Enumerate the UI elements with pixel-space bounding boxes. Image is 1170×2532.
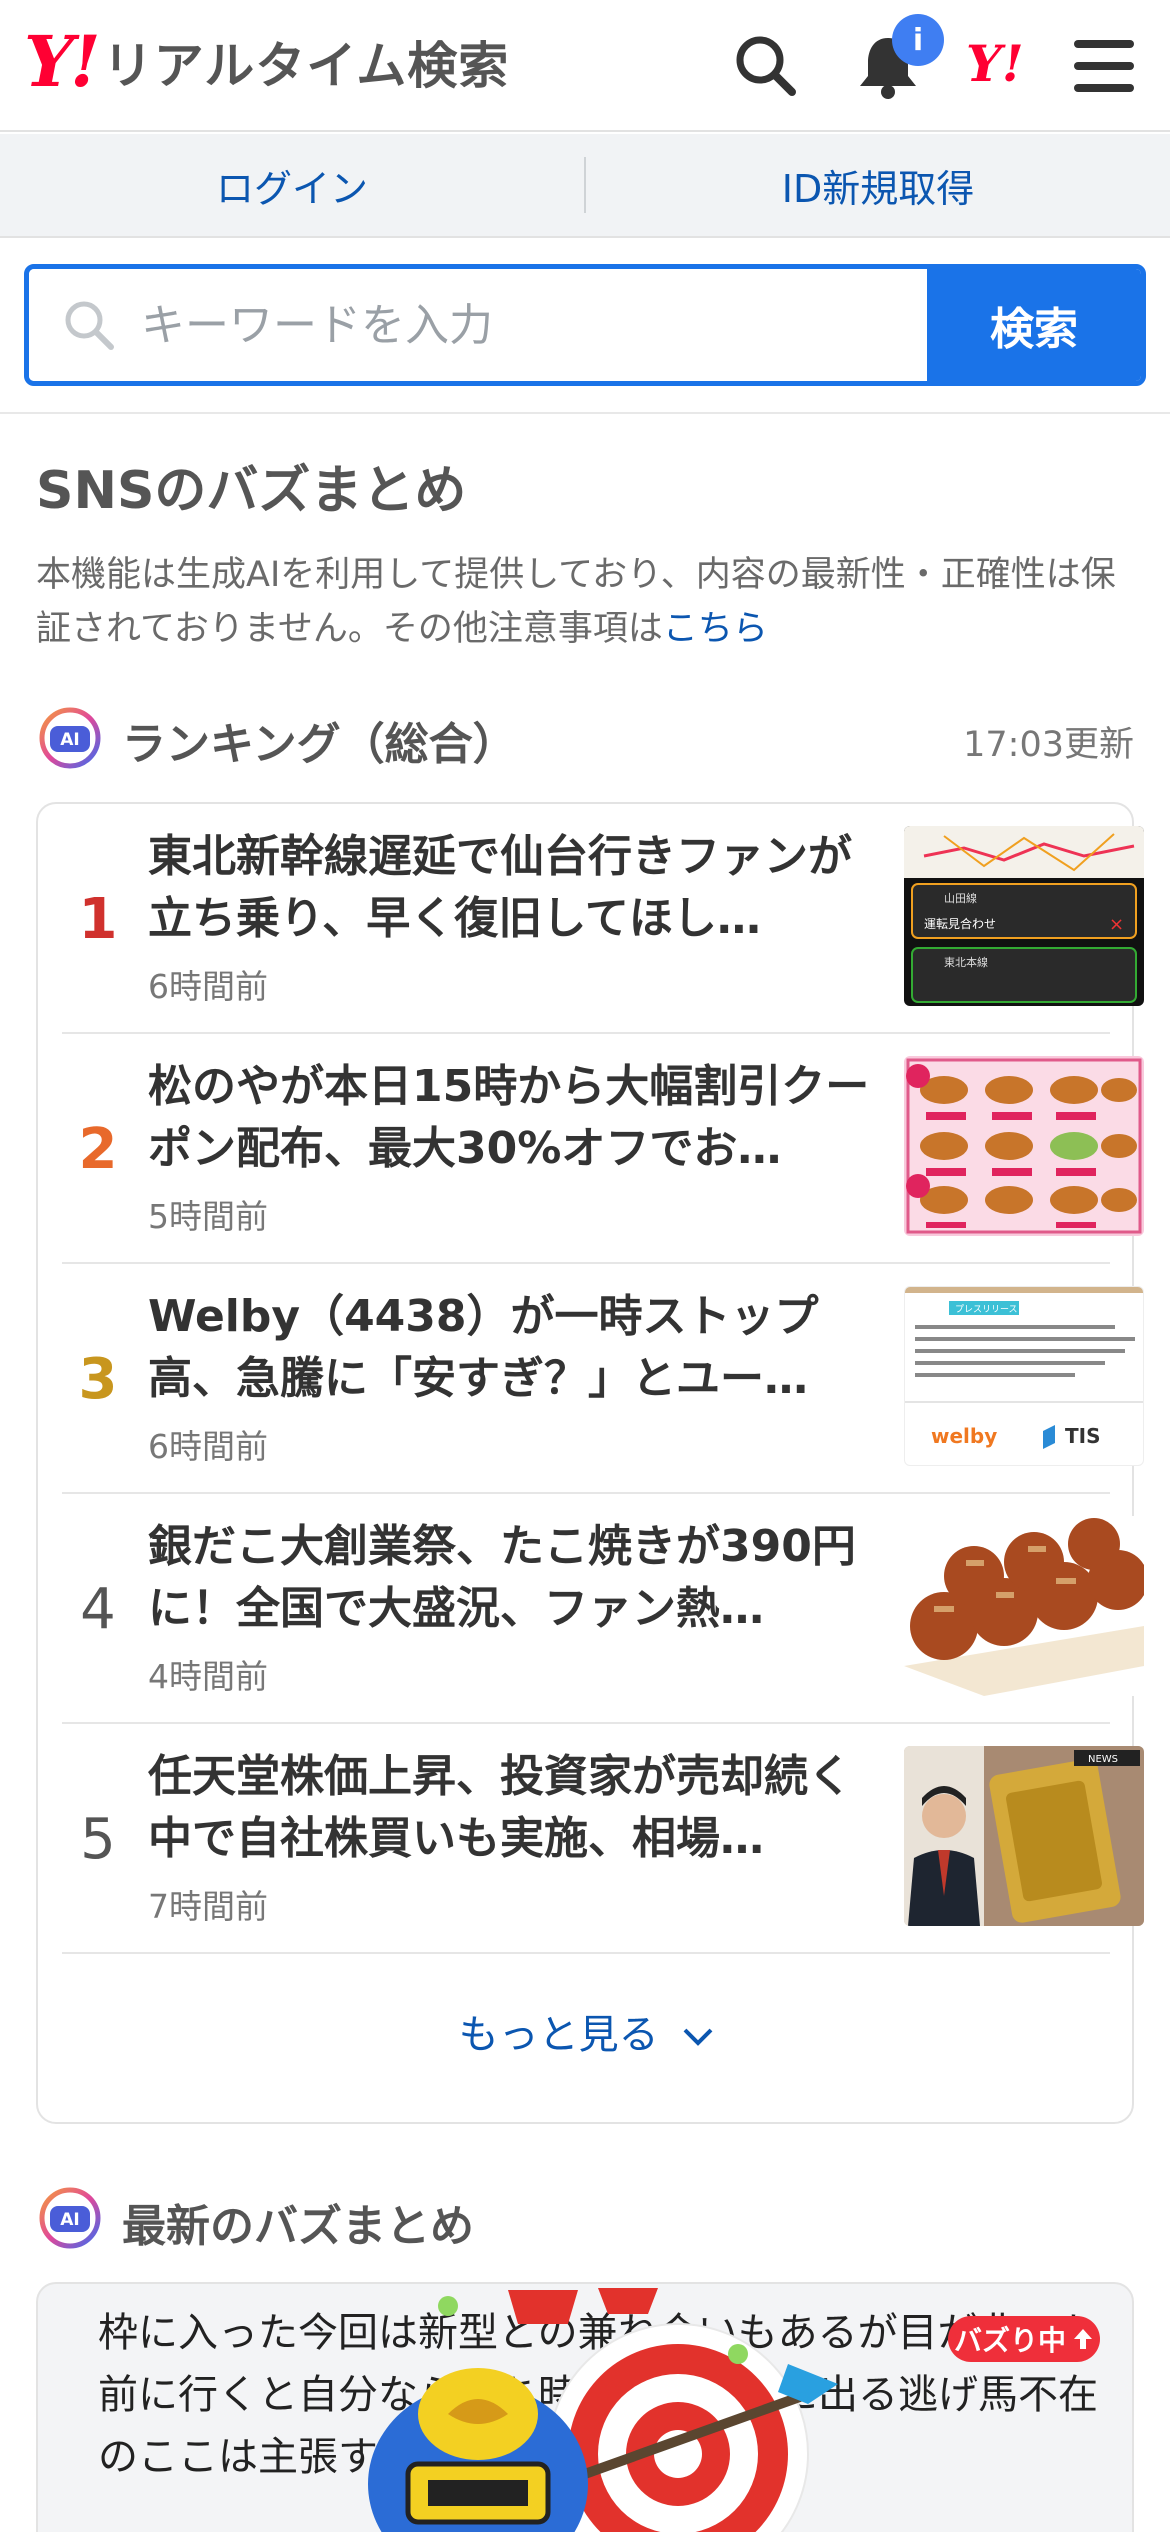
ranking-time: 6時間前 (148, 967, 268, 1006)
more-label: もっと見る (458, 2012, 659, 2058)
ranking-title: 松のやが本日15時から大幅割引クーポン配布、最大30%オフでお… (148, 1061, 870, 1174)
search-icon (65, 301, 114, 350)
ai-notice-text: 本機能は生成AIを利用して提供しており、内容の最新性・正確性は保証されておりませ… (36, 555, 1116, 649)
rank-number: 2 (78, 1116, 118, 1182)
rank-number: 4 (80, 1576, 116, 1642)
notice-link[interactable]: こちら (663, 609, 768, 649)
svg-text:×: × (1109, 914, 1124, 935)
svg-text:AI: AI (60, 730, 79, 750)
ranking-item-2[interactable]: 2 松のやが本日15時から大幅割引クーポン配布、最大30%オフでお… 5時間前 (62, 1034, 1144, 1264)
search-input[interactable] (141, 299, 927, 351)
buzz-status-label: バズり中 (953, 2324, 1066, 2357)
section-divider (0, 412, 1170, 414)
section-title: SNSのバズまとめ (36, 461, 467, 521)
ranking-heading: ランキング（総合） (122, 719, 517, 770)
svg-text:NEWS: NEWS (1088, 1754, 1118, 1765)
search-icon[interactable] (730, 30, 802, 102)
ranking-time: 6時間前 (148, 1427, 268, 1466)
thumbnail-train-map: 山田線 運転見合わせ × 東北本線 (904, 826, 1144, 1006)
updated-time: 17:03更新 (963, 725, 1134, 765)
latest-buzz-heading: 最新のバズまとめ (122, 2201, 474, 2252)
search-button[interactable]: 検索 (927, 269, 1141, 381)
ranking-time: 7時間前 (148, 1887, 268, 1926)
ranking-title: 任天堂株価上昇、投資家が売却続く中で自社株買いも実施、相場… (148, 1751, 852, 1864)
ranking-item-1[interactable]: 1 東北新幹線遅延で仙台行きファンが立ち乗り、早く復旧してほし… 6時間前 山田… (62, 804, 1144, 1034)
ranking-item-4[interactable]: 4 銀だこ大創業祭、たこ焼きが390円に！全国で大盛況、ファン熱… 4時間前 (62, 1494, 1144, 1724)
ranking-time: 4時間前 (148, 1657, 268, 1696)
ranking-item-5[interactable]: 5 任天堂株価上昇、投資家が売却続く中で自社株買いも実施、相場… 7時間前 NE… (62, 1724, 1144, 1954)
ranking-title: 銀だこ大創業祭、たこ焼きが390円に！全国で大盛況、ファン熱… (148, 1521, 856, 1634)
svg-text:AI: AI (60, 2210, 79, 2230)
app-header: Y! リアルタイム検索 i Y! (0, 0, 1170, 132)
thumbnail-welby-press: プレスリリース welby TIS (904, 1286, 1144, 1466)
ranking-title: Welby（4438）が一時ストップ高、急騰に「安すぎ？」とユー… (148, 1291, 819, 1404)
signup-link[interactable]: ID新規取得 (586, 158, 1170, 213)
buzz-illustration (368, 2288, 838, 2532)
ai-icon: AI (39, 2187, 101, 2249)
ai-notice: 本機能は生成AIを利用して提供しており、内容の最新性・正確性は保証されておりませ… (36, 548, 1136, 656)
thumbnail-news-gold: NEWS (904, 1746, 1144, 1926)
arrow-up-icon (1074, 2329, 1092, 2349)
svg-text:welby: welby (931, 1424, 997, 1448)
svg-text:TIS: TIS (1065, 1424, 1101, 1448)
ranking-card: 1 東北新幹線遅延で仙台行きファンが立ち乗り、早く復旧してほし… 6時間前 山田… (36, 802, 1144, 2124)
svg-text:東北本線: 東北本線 (944, 955, 988, 969)
more-button[interactable]: もっと見る (38, 2002, 1136, 2060)
hamburger-menu-icon[interactable] (1068, 30, 1140, 102)
login-link[interactable]: ログイン (0, 158, 584, 213)
thumbnail-takoyaki (904, 1516, 1144, 1696)
thumbnail-matsunoya-coupon (904, 1056, 1144, 1236)
account-bar: ログイン ID新規取得 (0, 134, 1170, 238)
svg-text:山田線: 山田線 (944, 891, 977, 905)
svg-text:プレスリリース: プレスリリース (955, 1304, 1018, 1315)
svg-text:運転見合わせ: 運転見合わせ (924, 916, 996, 931)
ranking-time: 5時間前 (148, 1197, 268, 1236)
rank-number: 5 (80, 1806, 116, 1872)
rank-number: 3 (78, 1346, 118, 1412)
yahoo-logo-mark: Y! (24, 20, 101, 103)
ranking-item-3[interactable]: 3 Welby（4438）が一時ストップ高、急騰に「安すぎ？」とユー… 6時間前… (62, 1264, 1144, 1494)
ai-icon: AI (39, 707, 101, 769)
yahoo-realtime-logo[interactable]: Y! リアルタイム検索 (24, 26, 509, 98)
search-field (29, 269, 927, 381)
yahoo-japan-icon[interactable]: Y! (966, 34, 1024, 93)
search-bar: 検索 (24, 264, 1146, 386)
buzz-status-badge: バズり中 (948, 2316, 1100, 2362)
chevron-down-icon (683, 2028, 713, 2046)
notification-badge: i (892, 14, 944, 66)
ranking-title: 東北新幹線遅延で仙台行きファンが立ち乗り、早く復旧してほし… (148, 831, 852, 944)
rank-number: 1 (78, 886, 118, 952)
logo-title: リアルタイム検索 (102, 37, 510, 95)
